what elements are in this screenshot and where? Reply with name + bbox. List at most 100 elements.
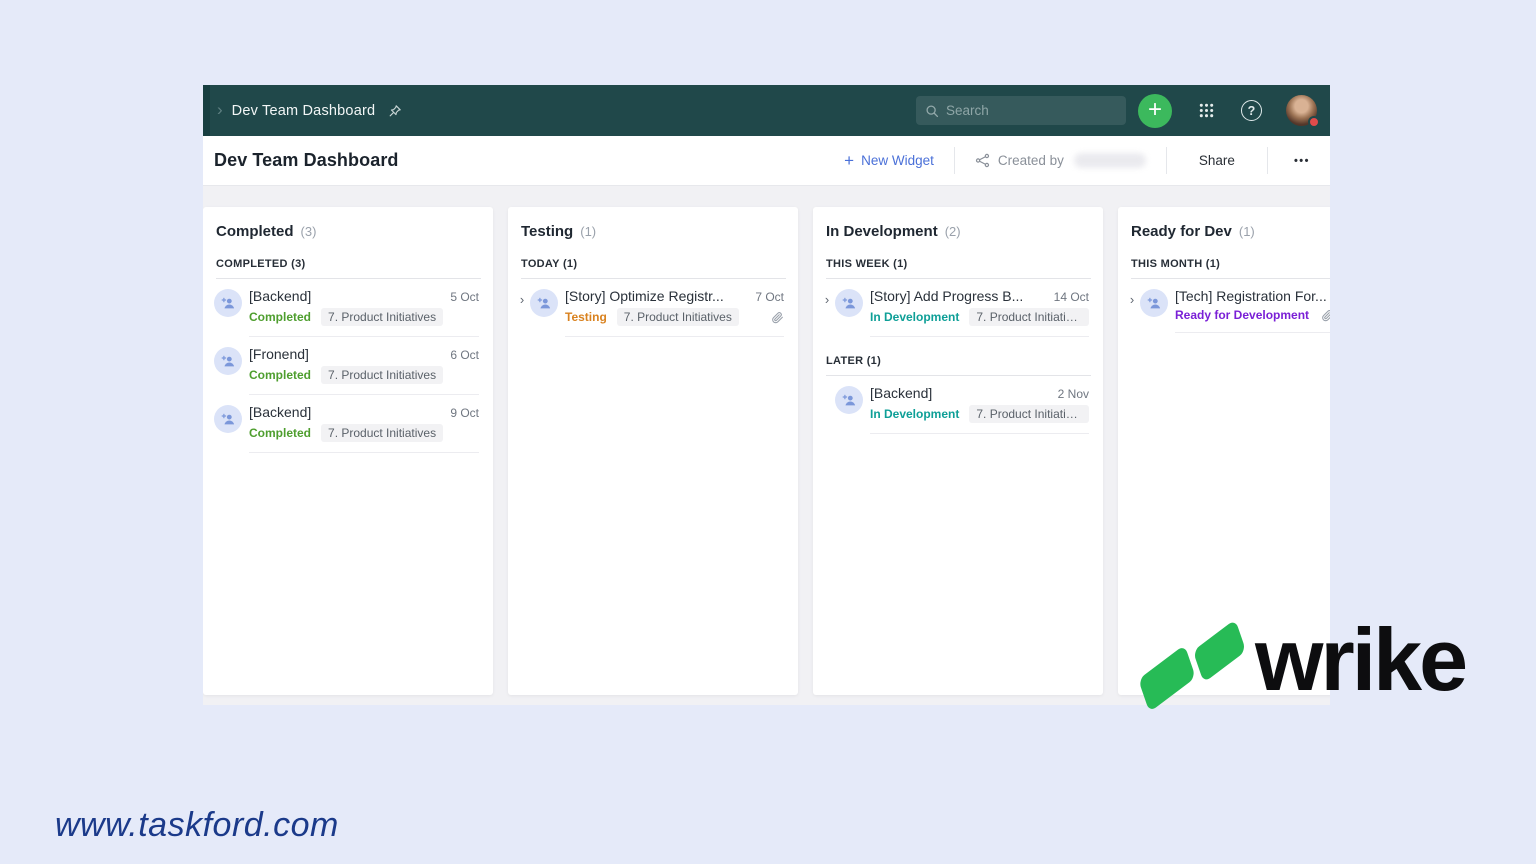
breadcrumb[interactable]: Dev Team Dashboard <box>232 103 376 119</box>
board-column: Completed (3) COMPLETED (3) [Backend] 5 … <box>203 207 493 695</box>
card-expand-chevron-icon[interactable]: › <box>1124 292 1140 333</box>
card-expand-chevron-icon[interactable]: › <box>514 292 530 337</box>
board-column: In Development (2) THIS WEEK (1) › [Stor… <box>813 207 1103 695</box>
page-header: Dev Team Dashboard + New Widget Created … <box>203 136 1330 186</box>
column-title: Ready for Dev <box>1131 223 1232 240</box>
column-body: COMPLETED (3) [Backend] 5 Oct Completed … <box>203 258 493 453</box>
section-label: LATER (1) <box>813 355 1103 367</box>
card-status: Completed <box>249 310 311 324</box>
column-count: (1) <box>580 224 596 239</box>
board-column: Testing (1) TODAY (1) › [Story] Optimize… <box>508 207 798 695</box>
more-options-button[interactable]: ••• <box>1288 155 1316 167</box>
pin-icon[interactable] <box>387 103 403 119</box>
sidebar-edge <box>203 85 210 136</box>
add-assignee-icon[interactable] <box>214 347 242 375</box>
add-assignee-icon[interactable] <box>530 289 558 317</box>
section-label: COMPLETED (3) <box>203 258 493 270</box>
new-widget-button[interactable]: + New Widget <box>844 151 934 171</box>
add-assignee-icon[interactable] <box>214 405 242 433</box>
watermark-url: www.taskford.com <box>55 806 339 845</box>
card-status: Testing <box>565 310 607 324</box>
search-box[interactable] <box>916 96 1126 125</box>
card-project-tag: 7. Product Initiatives <box>321 308 443 326</box>
board-section: LATER (1) [Backend] 2 Nov In Development… <box>813 355 1103 434</box>
apps-grid-icon[interactable] <box>1198 102 1215 119</box>
card-due-date: 14 Oct <box>1054 290 1089 304</box>
presence-status-dot <box>1308 116 1320 128</box>
add-assignee-icon[interactable] <box>1140 289 1168 317</box>
user-avatar[interactable] <box>1286 95 1317 126</box>
add-assignee-icon[interactable] <box>835 289 863 317</box>
share-button[interactable]: Share <box>1187 153 1247 168</box>
board-section: COMPLETED (3) [Backend] 5 Oct Completed … <box>203 258 493 453</box>
create-new-button[interactable]: + <box>1138 94 1172 128</box>
card-status: In Development <box>870 310 959 324</box>
task-card[interactable]: › [Story] Add Progress B... 14 Oct In De… <box>813 279 1103 337</box>
card-project-tag: 7. Product Initiatives <box>321 366 443 384</box>
plus-icon: + <box>1148 98 1162 122</box>
section-label: THIS MONTH (1) <box>1118 258 1330 270</box>
column-body: TODAY (1) › [Story] Optimize Registr... … <box>508 258 798 337</box>
add-assignee-icon[interactable] <box>835 386 863 414</box>
divider <box>1267 147 1268 174</box>
task-card[interactable]: › [Tech] Registration For... Ready for D… <box>1118 279 1330 333</box>
card-title: [Backend] <box>870 385 932 401</box>
task-card[interactable]: [Fronend] 6 Oct Completed 7. Product Ini… <box>203 337 493 395</box>
card-due-date: 5 Oct <box>450 290 479 304</box>
board-section: THIS MONTH (1) › [Tech] Registration For… <box>1118 258 1330 333</box>
task-card[interactable]: › [Story] Optimize Registr... 7 Oct Test… <box>508 279 798 337</box>
column-body: THIS MONTH (1) › [Tech] Registration For… <box>1118 258 1330 333</box>
section-cards: [Backend] 2 Nov In Development 7. Produc… <box>813 376 1103 434</box>
card-title: [Backend] <box>249 288 311 304</box>
share-network-icon <box>975 153 990 168</box>
section-label: THIS WEEK (1) <box>813 258 1103 270</box>
breadcrumb-chevron-icon: › <box>217 100 223 120</box>
wrike-wordmark: wrike <box>1255 616 1465 704</box>
page-title: Dev Team Dashboard <box>214 150 399 171</box>
help-glyph: ? <box>1248 104 1256 118</box>
wrike-checkmark-icon <box>1138 645 1196 713</box>
column-count: (3) <box>301 224 317 239</box>
card-due-date: 7 Oct <box>755 290 784 304</box>
column-body: THIS WEEK (1) › [Story] Add Progress B..… <box>813 258 1103 434</box>
card-status: Completed <box>249 426 311 440</box>
card-status: In Development <box>870 407 959 421</box>
card-expand-chevron-icon[interactable]: › <box>819 292 835 337</box>
divider <box>954 147 955 174</box>
created-by-filter[interactable]: Created by <box>975 153 1146 168</box>
card-title: [Story] Add Progress B... <box>870 288 1023 304</box>
card-project-tag: 7. Product Initiatives <box>969 308 1089 326</box>
board-section: TODAY (1) › [Story] Optimize Registr... … <box>508 258 798 337</box>
plus-icon: + <box>844 151 854 171</box>
task-card[interactable]: [Backend] 9 Oct Completed 7. Product Ini… <box>203 395 493 453</box>
help-icon[interactable]: ? <box>1241 100 1262 121</box>
card-due-date: 2 Nov <box>1058 387 1089 401</box>
card-title: [Story] Optimize Registr... <box>565 288 724 304</box>
board: Completed (3) COMPLETED (3) [Backend] 5 … <box>203 186 1330 695</box>
section-label: TODAY (1) <box>508 258 798 270</box>
board-section: THIS WEEK (1) › [Story] Add Progress B..… <box>813 258 1103 337</box>
card-title: [Fronend] <box>249 346 309 362</box>
card-due-date: 6 Oct <box>450 348 479 362</box>
new-widget-label: New Widget <box>861 153 934 168</box>
wrike-logo: wrike <box>1136 630 1466 712</box>
attachment-paperclip-icon <box>1321 309 1330 322</box>
card-project-tag: 7. Product Initiatives <box>321 424 443 442</box>
card-title: [Tech] Registration For... <box>1175 288 1327 304</box>
search-icon <box>925 104 939 118</box>
column-count: (2) <box>945 224 961 239</box>
column-title: In Development <box>826 223 938 240</box>
card-status: Completed <box>249 368 311 382</box>
redacted-author-name <box>1074 153 1146 168</box>
task-card[interactable]: [Backend] 5 Oct Completed 7. Product Ini… <box>203 279 493 337</box>
task-card[interactable]: [Backend] 2 Nov In Development 7. Produc… <box>813 376 1103 434</box>
card-title: [Backend] <box>249 404 311 420</box>
card-project-tag: 7. Product Initiatives <box>969 405 1089 423</box>
divider <box>1166 147 1167 174</box>
add-assignee-icon[interactable] <box>214 289 242 317</box>
card-status: Ready for Development <box>1175 308 1309 322</box>
column-count: (1) <box>1239 224 1255 239</box>
search-input[interactable] <box>946 103 1106 118</box>
attachment-paperclip-icon <box>771 311 784 324</box>
column-title: Completed <box>216 223 294 240</box>
